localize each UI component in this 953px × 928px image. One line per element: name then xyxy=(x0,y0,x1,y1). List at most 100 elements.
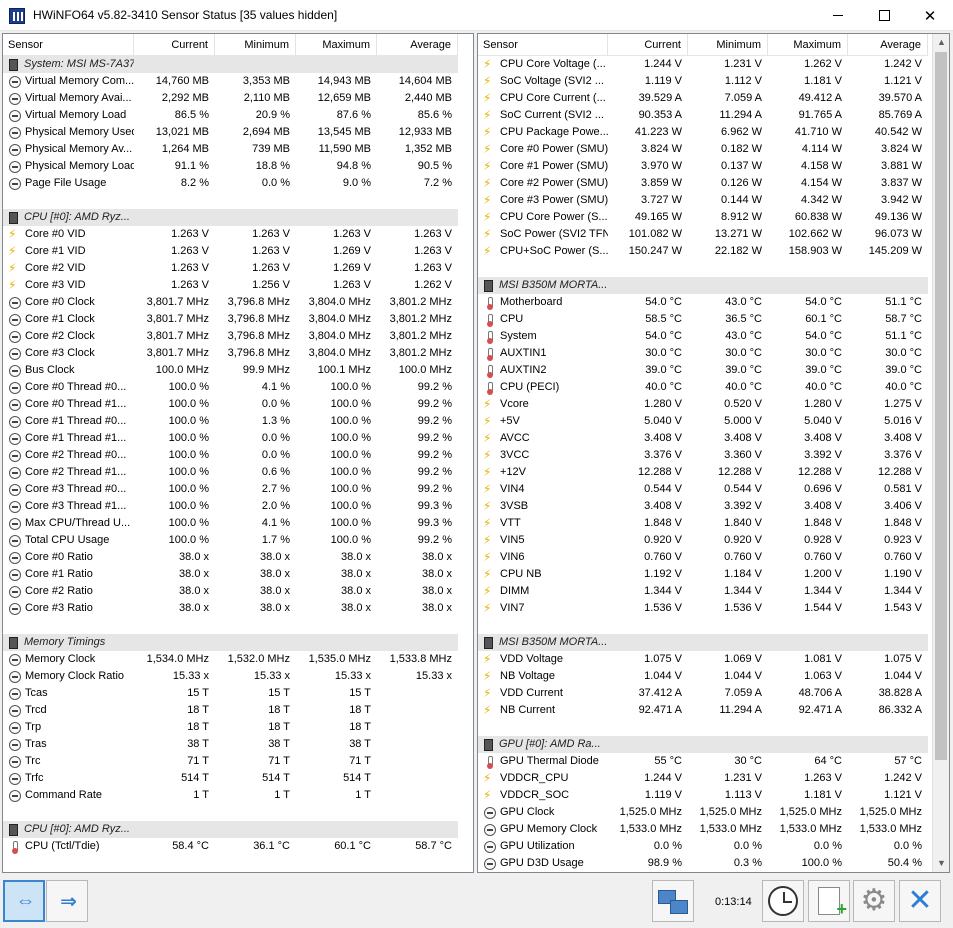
sensor-row[interactable]: System 54.0 °C 43.0 °C 54.0 °C 51.1 °C xyxy=(478,328,928,345)
sensor-row[interactable]: Core #3 Ratio 38.0 x 38.0 x 38.0 x 38.0 x xyxy=(3,600,458,617)
sensor-row[interactable]: CPU Package Powe... 41.223 W 6.962 W 41.710… xyxy=(478,124,928,141)
sensor-row[interactable]: Page File Usage 8.2 % 0.0 % 9.0 % 7.2 % xyxy=(3,175,458,192)
sensor-row[interactable]: Trc 71 T 71 T 71 T xyxy=(3,753,458,770)
column-minimum[interactable]: Minimum xyxy=(688,34,768,56)
column-sensor[interactable]: Sensor xyxy=(3,34,134,56)
sensor-row[interactable]: Core #1 Ratio 38.0 x 38.0 x 38.0 x 38.0 x xyxy=(3,566,458,583)
sensor-row[interactable]: Core #0 VID 1.263 V 1.263 V 1.263 V 1.263 V xyxy=(3,226,458,243)
sensor-row[interactable]: GPU Utilization 0.0 % 0.0 % 0.0 % 0.0 % xyxy=(478,838,928,855)
sensor-row[interactable]: Core #3 Thread #1... 100.0 % 2.0 % 100.0 % 9… xyxy=(3,498,458,515)
sensor-group-header[interactable]: CPU [#0]: AMD Ryz... xyxy=(3,209,458,226)
sensor-row[interactable]: Core #1 Thread #0... 100.0 % 1.3 % 100.0 % 9… xyxy=(3,413,458,430)
sensor-row[interactable]: Core #2 Thread #0... 100.0 % 0.0 % 100.0 % 9… xyxy=(3,447,458,464)
logging-button[interactable] xyxy=(808,880,850,922)
sensor-row[interactable]: Total CPU Usage 100.0 % 1.7 % 100.0 % 99.2 % xyxy=(3,532,458,549)
sensor-group-header[interactable]: MSI B350M MORTA... xyxy=(478,634,928,651)
maximize-button[interactable] xyxy=(861,0,907,31)
sensor-row[interactable]: Core #3 Power (SMU) 3.727 W 0.144 W 4.342 W… xyxy=(478,192,928,209)
sensor-row[interactable]: CPU Core Voltage (... 1.244 V 1.231 V 1.262… xyxy=(478,56,928,73)
sensor-row[interactable]: Core #0 Power (SMU) 3.824 W 0.182 W 4.114 W… xyxy=(478,141,928,158)
sensor-row[interactable]: VDDCR_CPU 1.244 V 1.231 V 1.263 V 1.242 V xyxy=(478,770,928,787)
sensor-row[interactable]: CPU Core Current (... 39.529 A 7.059 A 49.4… xyxy=(478,90,928,107)
sensor-row[interactable]: Virtual Memory Com... 14,760 MB 3,353 MB 14… xyxy=(3,73,458,90)
sensor-row[interactable]: SoC Voltage (SVI2 ... 1.119 V 1.112 V 1.181… xyxy=(478,73,928,90)
sensor-row[interactable]: Core #2 Power (SMU) 3.859 W 0.126 W 4.154 W… xyxy=(478,175,928,192)
sensor-row[interactable]: Physical Memory Av... 1,264 MB 739 MB 11,59… xyxy=(3,141,458,158)
column-minimum[interactable]: Minimum xyxy=(215,34,296,56)
sensor-row[interactable]: Core #1 Clock 3,801.7 MHz 3,796.8 MHz 3,804… xyxy=(3,311,458,328)
column-current[interactable]: Current xyxy=(608,34,688,56)
sensor-row[interactable]: Trfc 514 T 514 T 514 T xyxy=(3,770,458,787)
sensor-row[interactable]: Physical Memory Used 13,021 MB 2,694 MB 13,… xyxy=(3,124,458,141)
sensor-row[interactable]: VIN5 0.920 V 0.920 V 0.928 V 0.923 V xyxy=(478,532,928,549)
sensor-row[interactable]: VIN4 0.544 V 0.544 V 0.696 V 0.581 V xyxy=(478,481,928,498)
sensor-row[interactable]: Trp 18 T 18 T 18 T xyxy=(3,719,458,736)
sensor-row[interactable]: Core #3 Clock 3,801.7 MHz 3,796.8 MHz 3,804… xyxy=(3,345,458,362)
sensor-row[interactable]: Core #2 Clock 3,801.7 MHz 3,796.8 MHz 3,804… xyxy=(3,328,458,345)
sensor-row[interactable]: +5V 5.040 V 5.000 V 5.040 V 5.016 V xyxy=(478,413,928,430)
scrollbar-thumb[interactable] xyxy=(935,52,947,760)
scroll-up-arrow-icon[interactable]: ▲ xyxy=(933,34,949,51)
sensor-row[interactable]: 3VSB 3.408 V 3.392 V 3.408 V 3.406 V xyxy=(478,498,928,515)
reset-timer-button[interactable] xyxy=(762,880,804,922)
sensor-row[interactable]: NB Voltage 1.044 V 1.044 V 1.063 V 1.044 V xyxy=(478,668,928,685)
sensor-row[interactable]: Core #3 VID 1.263 V 1.256 V 1.263 V 1.262 V xyxy=(3,277,458,294)
sensor-row[interactable]: AVCC 3.408 V 3.408 V 3.408 V 3.408 V xyxy=(478,430,928,447)
sensor-row[interactable]: CPU Core Power (S... 49.165 W 8.912 W 60.83… xyxy=(478,209,928,226)
sensor-row[interactable]: GPU Memory Clock 1,533.0 MHz 1,533.0 MHz 1,… xyxy=(478,821,928,838)
sensor-group-header[interactable]: CPU [#0]: AMD Ryz... xyxy=(3,821,458,838)
column-average[interactable]: Average xyxy=(377,34,458,56)
sensor-row[interactable]: Motherboard 54.0 °C 43.0 °C 54.0 °C 51.1 °C xyxy=(478,294,928,311)
column-average[interactable]: Average xyxy=(848,34,928,56)
sensor-row[interactable]: Bus Clock 100.0 MHz 99.9 MHz 100.1 MHz 100.0… xyxy=(3,362,458,379)
sensor-row[interactable]: GPU Thermal Diode 55 °C 30 °C 64 °C 57 °C xyxy=(478,753,928,770)
sensor-row[interactable]: CPU 58.5 °C 36.5 °C 60.1 °C 58.7 °C xyxy=(478,311,928,328)
sensor-row[interactable]: Trcd 18 T 18 T 18 T xyxy=(3,702,458,719)
pane-switch-button[interactable]: ⇒ xyxy=(46,880,88,922)
sensor-row[interactable]: Core #1 VID 1.263 V 1.263 V 1.269 V 1.263 V xyxy=(3,243,458,260)
sensor-row[interactable]: SoC Power (SVI2 TFN) 101.082 W 13.271 W 102… xyxy=(478,226,928,243)
sensor-row[interactable]: Core #2 Ratio 38.0 x 38.0 x 38.0 x 38.0 x xyxy=(3,583,458,600)
sensor-row[interactable]: Core #3 Thread #0... 100.0 % 2.7 % 100.0 % 9… xyxy=(3,481,458,498)
scroll-down-arrow-icon[interactable]: ▼ xyxy=(933,855,949,872)
sensor-row[interactable]: Tcas 15 T 15 T 15 T xyxy=(3,685,458,702)
layout-toggle-button[interactable]: ⇔ xyxy=(3,880,45,922)
sensor-group-header[interactable]: System: MSI MS-7A37 xyxy=(3,56,458,73)
sensor-row[interactable]: Memory Clock Ratio 15.33 x 15.33 x 15.33 x 1… xyxy=(3,668,458,685)
sensor-row[interactable]: Virtual Memory Avai... 2,292 MB 2,110 MB 12… xyxy=(3,90,458,107)
sensor-row[interactable]: Command Rate 1 T 1 T 1 T xyxy=(3,787,458,804)
sensor-row[interactable]: Core #0 Ratio 38.0 x 38.0 x 38.0 x 38.0 x xyxy=(3,549,458,566)
sensor-row[interactable]: DIMM 1.344 V 1.344 V 1.344 V 1.344 V xyxy=(478,583,928,600)
close-window-button[interactable] xyxy=(907,0,953,31)
sensor-row[interactable]: AUXTIN2 39.0 °C 39.0 °C 39.0 °C 39.0 °C xyxy=(478,362,928,379)
sensor-row[interactable]: Core #1 Power (SMU) 3.970 W 0.137 W 4.158 W… xyxy=(478,158,928,175)
sensor-row[interactable]: VDD Voltage 1.075 V 1.069 V 1.081 V 1.075 V xyxy=(478,651,928,668)
column-current[interactable]: Current xyxy=(134,34,215,56)
column-maximum[interactable]: Maximum xyxy=(296,34,377,56)
minimize-button[interactable] xyxy=(815,0,861,31)
sensor-row[interactable]: Vcore 1.280 V 0.520 V 1.280 V 1.275 V xyxy=(478,396,928,413)
sensor-row[interactable]: CPU (PECI) 40.0 °C 40.0 °C 40.0 °C 40.0 °C xyxy=(478,379,928,396)
sensor-row[interactable]: Core #0 Thread #0... 100.0 % 4.1 % 100.0 % 9… xyxy=(3,379,458,396)
column-maximum[interactable]: Maximum xyxy=(768,34,848,56)
sensor-row[interactable]: Memory Clock 1,534.0 MHz 1,532.0 MHz 1,535.… xyxy=(3,651,458,668)
network-button[interactable] xyxy=(652,880,694,922)
sensor-row[interactable]: SoC Current (SVI2 ... 90.353 A 11.294 A 91.… xyxy=(478,107,928,124)
sensor-row[interactable]: Physical Memory Load 91.1 % 18.8 % 94.8 % 90… xyxy=(3,158,458,175)
sensor-row[interactable]: Virtual Memory Load 86.5 % 20.9 % 87.6 % 85.… xyxy=(3,107,458,124)
sensor-row[interactable]: Core #0 Thread #1... 100.0 % 0.0 % 100.0 % 9… xyxy=(3,396,458,413)
sensor-group-header[interactable]: MSI B350M MORTA... xyxy=(478,277,928,294)
sensor-row[interactable]: VTT 1.848 V 1.840 V 1.848 V 1.848 V xyxy=(478,515,928,532)
sensor-row[interactable]: +12V 12.288 V 12.288 V 12.288 V 12.288 V xyxy=(478,464,928,481)
sensor-row[interactable]: Core #2 Thread #1... 100.0 % 0.6 % 100.0 % 9… xyxy=(3,464,458,481)
sensor-row[interactable]: CPU (Tctl/Tdie) 58.4 °C 36.1 °C 60.1 °C 58.7… xyxy=(3,838,458,855)
sensor-row[interactable]: VDDCR_SOC 1.119 V 1.113 V 1.181 V 1.121 V xyxy=(478,787,928,804)
sensor-row[interactable]: VDD Current 37.412 A 7.059 A 48.706 A 38.828… xyxy=(478,685,928,702)
vertical-scrollbar[interactable]: ▲ ▼ xyxy=(932,34,949,872)
sensor-row[interactable]: GPU D3D Usage 98.9 % 0.3 % 100.0 % 50.4 % xyxy=(478,855,928,872)
sensor-row[interactable]: Core #1 Thread #1... 100.0 % 0.0 % 100.0 % 9… xyxy=(3,430,458,447)
sensor-row[interactable]: NB Current 92.471 A 11.294 A 92.471 A 86.332… xyxy=(478,702,928,719)
close-sensors-button[interactable]: ✕ xyxy=(899,880,941,922)
sensor-row[interactable]: 3VCC 3.376 V 3.360 V 3.392 V 3.376 V xyxy=(478,447,928,464)
sensor-row[interactable]: CPU NB 1.192 V 1.184 V 1.200 V 1.190 V xyxy=(478,566,928,583)
